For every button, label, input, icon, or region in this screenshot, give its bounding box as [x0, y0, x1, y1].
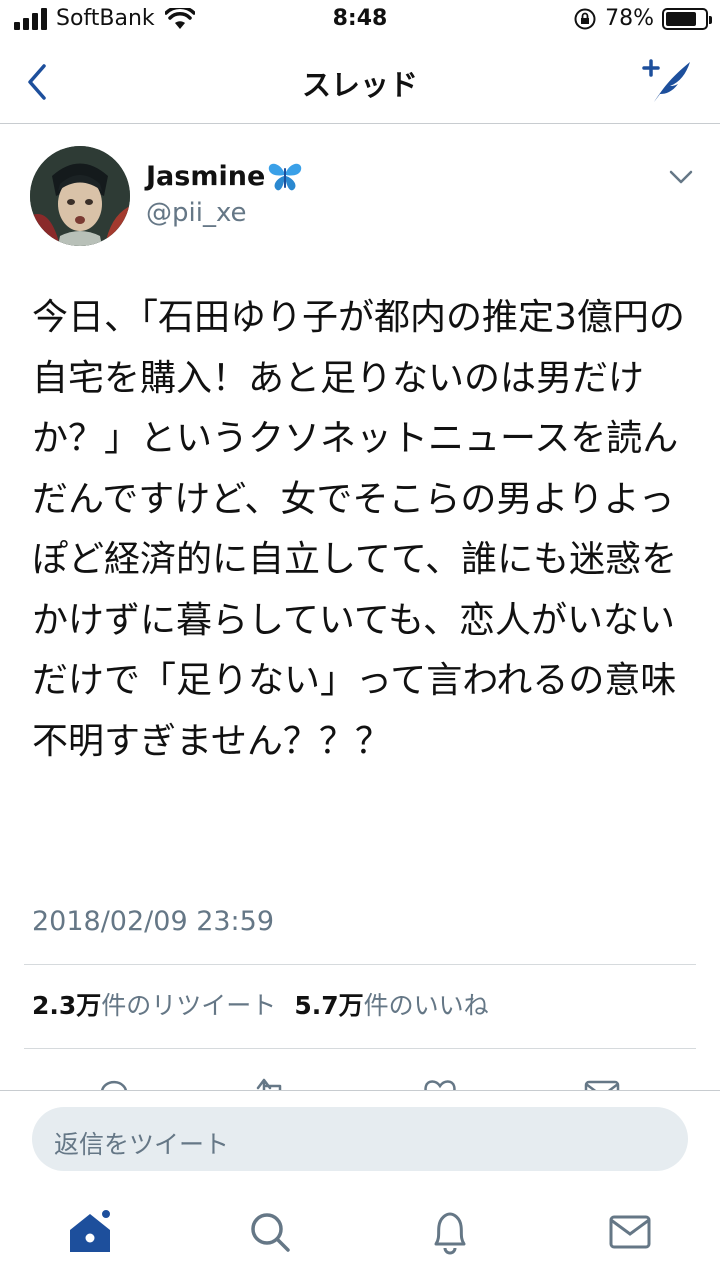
author-handle[interactable]: @pii_xe	[146, 198, 247, 228]
battery-percent: 78%	[605, 6, 654, 31]
retweets-label[interactable]: 件のリツイート	[101, 986, 276, 1022]
status-right: 78%	[573, 6, 712, 31]
author-name-text: Jasmine	[146, 160, 266, 192]
tweet-timestamp[interactable]: 2018/02/09 23:59	[32, 906, 274, 937]
dm-icon[interactable]	[582, 1074, 622, 1090]
caret-down-icon[interactable]	[668, 168, 694, 186]
battery-cap	[709, 15, 712, 24]
like-icon[interactable]	[420, 1074, 460, 1090]
retweets-count[interactable]: 2.3万	[32, 986, 101, 1022]
tab-bar	[0, 1190, 720, 1280]
reply-input[interactable]: 返信をツイート	[32, 1107, 688, 1171]
author-name[interactable]: Jasmine	[146, 160, 303, 192]
avatar[interactable]	[30, 146, 130, 246]
messages-icon[interactable]	[606, 1208, 654, 1256]
battery-level	[666, 11, 696, 26]
compose-icon[interactable]	[640, 56, 694, 106]
tweet-stats: 2.3万 件のリツイート 5.7万 件のいいね	[32, 986, 507, 1022]
divider	[24, 1048, 696, 1049]
status-bar: SoftBank 8:48 78%	[0, 0, 720, 40]
divider	[24, 964, 696, 965]
reply-area: 返信をツイート	[0, 1090, 720, 1190]
notifications-icon[interactable]	[426, 1208, 474, 1256]
reply-placeholder: 返信をツイート	[54, 1130, 230, 1159]
tweet-text: 今日、「石田ゆり子が都内の推定3億円の自宅を購入！あと足りないのは男だけか？」と…	[32, 297, 685, 762]
reply-icon[interactable]	[94, 1074, 134, 1090]
nav-bar: スレッド	[0, 40, 720, 124]
page-title: スレッド	[301, 68, 418, 102]
avatar-image	[30, 146, 130, 246]
home-icon[interactable]	[66, 1208, 114, 1256]
butterfly-icon	[269, 163, 302, 191]
lock-rotation-icon	[574, 8, 596, 29]
tweet-actions	[0, 1074, 720, 1090]
likes-label[interactable]: 件のいいね	[364, 986, 489, 1022]
likes-count[interactable]: 5.7万	[294, 986, 363, 1022]
retweet-icon[interactable]	[252, 1074, 292, 1090]
battery-icon	[662, 7, 712, 30]
search-icon[interactable]	[246, 1208, 294, 1256]
